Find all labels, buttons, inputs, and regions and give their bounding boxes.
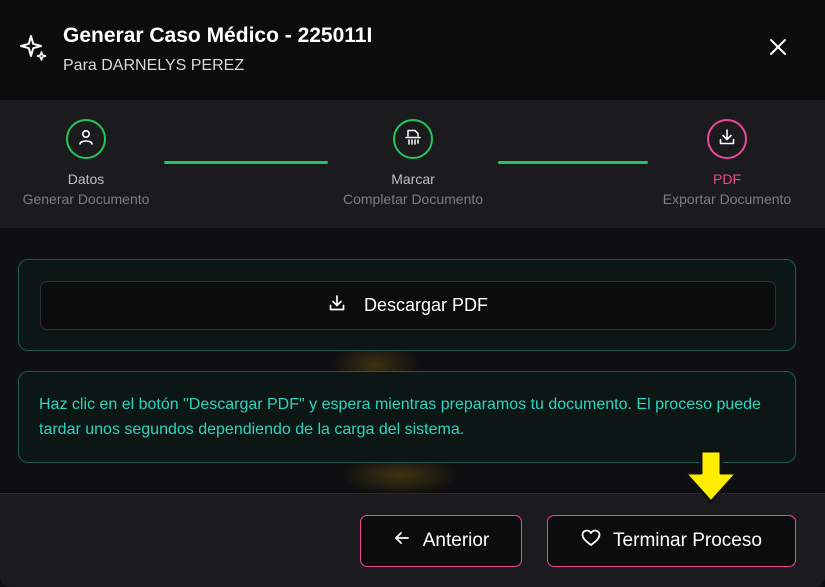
user-icon [77, 128, 95, 151]
modal-subtitle: Para DARNELYS PEREZ [63, 57, 245, 74]
download-icon [328, 294, 346, 317]
step-marcar: Marcar Completar Documento [313, 100, 513, 228]
modal-title: Generar Caso Médico - 225011I [63, 24, 373, 47]
modal-header: Generar Caso Médico - 225011I Para DARNE… [0, 0, 825, 100]
info-message: Haz clic en el botón "Descargar PDF" y e… [18, 371, 796, 463]
finish-process-label: Terminar Proceso [613, 530, 762, 551]
step-connector [164, 161, 328, 164]
finish-process-button[interactable]: Terminar Proceso [547, 515, 796, 567]
step-datos-sub: Generar Documento [22, 191, 150, 207]
download-pdf-label: Descargar PDF [363, 295, 489, 315]
annotation-arrow-down-icon [682, 449, 740, 505]
generate-case-modal: Generar Caso Médico - 225011I Para DARNE… [0, 0, 825, 587]
sparkles-icon [18, 33, 48, 63]
step-connector [498, 161, 648, 164]
step-pdf-circle [707, 119, 747, 159]
step-datos-circle [66, 119, 106, 159]
step-datos-label: Datos [67, 171, 105, 187]
step-datos: Datos Generar Documento [0, 100, 186, 228]
arrow-left-icon [393, 529, 411, 553]
step-marcar-label: Marcar [391, 171, 435, 187]
previous-button[interactable]: Anterior [360, 515, 522, 567]
download-panel: Descargar PDF [18, 259, 796, 351]
step-pdf-label: PDF [713, 171, 741, 187]
download-pdf-button[interactable]: Descargar PDF [40, 281, 776, 330]
modal-footer: Anterior Terminar Proceso [0, 493, 825, 587]
step-marcar-circle [393, 119, 433, 159]
document-scan-icon [404, 128, 422, 151]
step-marcar-sub: Completar Documento [342, 191, 484, 207]
stepper: Datos Generar Documento Marcar Completar… [0, 100, 825, 228]
heart-icon [581, 529, 601, 553]
download-icon [718, 128, 736, 151]
close-icon [769, 38, 787, 61]
previous-button-label: Anterior [422, 530, 490, 551]
step-pdf: PDF Exportar Documento [627, 100, 825, 228]
close-button[interactable] [762, 33, 794, 65]
step-pdf-sub: Exportar Documento [662, 191, 792, 207]
